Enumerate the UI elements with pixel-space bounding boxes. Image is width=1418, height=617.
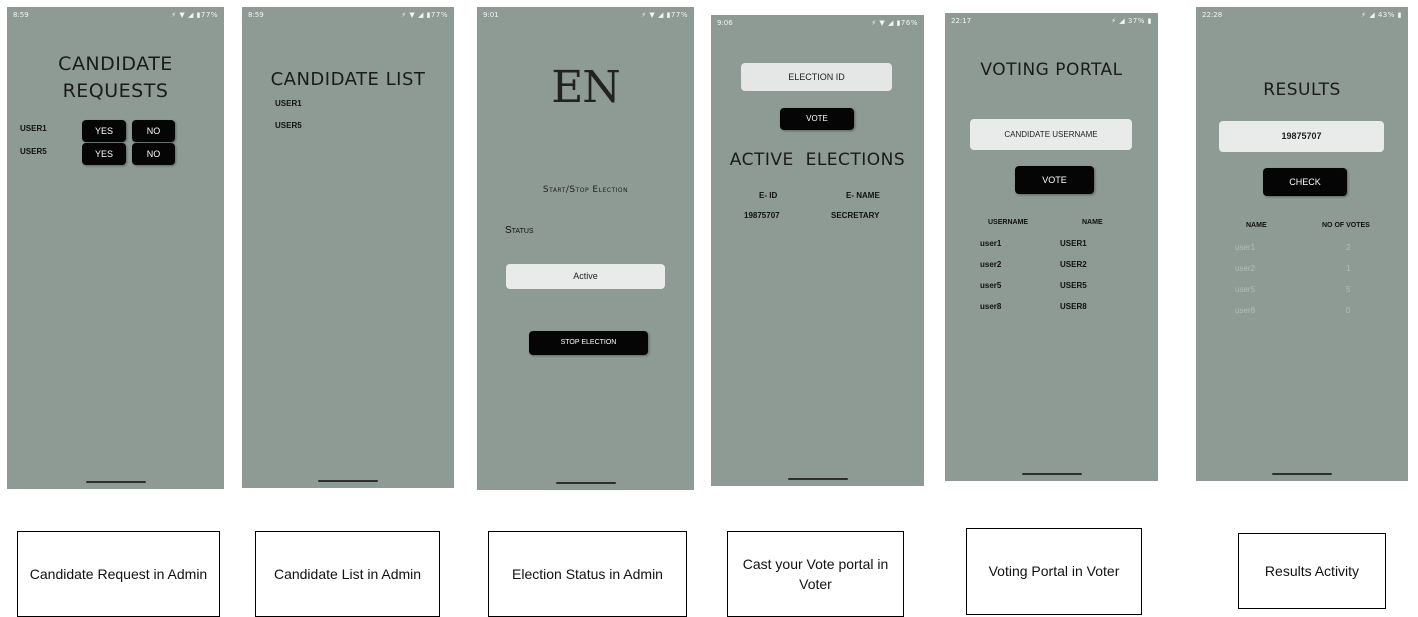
status-icons: ⚡ ◢ 37% ▮	[1111, 17, 1152, 25]
name-cell: USER2	[1060, 260, 1087, 269]
page-title: CANDIDATE LIST	[270, 69, 426, 90]
status-time: 9:06	[717, 19, 733, 27]
caption-text: Cast your Vote portal in Voter	[742, 555, 889, 592]
status-bar: 9:01 ⚡ ▼ ◢ ▮77%	[483, 11, 688, 23]
election-status-field[interactable]: Active	[506, 264, 665, 289]
home-indicator[interactable]	[787, 478, 848, 480]
home-indicator[interactable]	[555, 482, 616, 484]
caption-voting-portal: Voting Portal in Voter	[966, 528, 1142, 615]
result-votes-cell: 2	[1346, 243, 1351, 252]
caption-text: Election Status in Admin	[512, 565, 663, 582]
caption-election-status: Election Status in Admin	[488, 531, 687, 617]
name-cell: USER5	[1060, 281, 1087, 290]
status-label: Status	[505, 225, 534, 236]
result-votes-cell: 5	[1346, 285, 1351, 294]
candidate-requests-screen: 8:59 ⚡ ▼ ◢ ▮77% CANDIDATE REQUESTS USER1…	[7, 7, 224, 489]
active-elections-title: ACTIVE ELECTIONS	[729, 150, 906, 170]
username-cell: user8	[980, 302, 1002, 311]
home-indicator[interactable]	[1021, 473, 1082, 475]
stop-election-button[interactable]: STOP ELECTION	[529, 331, 648, 355]
caption-results: Results Activity	[1238, 533, 1386, 609]
name-column-header: NAME	[1246, 222, 1267, 229]
status-bar: 8:59 ⚡ ▼ ◢ ▮77%	[248, 11, 448, 23]
status-bar: 8:59 ⚡ ▼ ◢ ▮77%	[13, 11, 218, 23]
vote-button[interactable]: VOTE	[1015, 166, 1094, 194]
candidate-list-item: USER5	[275, 121, 302, 130]
election-control-heading: Start/Stop Election	[542, 185, 629, 195]
eid-column-header: E- ID	[759, 191, 778, 200]
yes-button[interactable]: YES	[82, 143, 126, 165]
name-cell: USER1	[1060, 239, 1087, 248]
status-icons: ⚡ ▼ ◢ ▮76%	[871, 19, 918, 27]
status-time: 8:59	[13, 11, 29, 19]
results-screen: 22:28 ⚡ ◢ 43% ▮ RESULTS 19875707 CHECK N…	[1196, 7, 1408, 481]
status-icons: ⚡ ▼ ◢ ▮77%	[401, 11, 448, 19]
status-icons: ⚡ ◢ 43% ▮	[1361, 11, 1402, 19]
yes-button[interactable]: YES	[82, 120, 126, 142]
result-votes-cell: 0	[1346, 306, 1351, 315]
name-column-header: NAME	[1082, 219, 1103, 226]
voting-portal-screen: 22:17 ⚡ ◢ 37% ▮ VOTING PORTAL CANDIDATE …	[945, 13, 1158, 481]
votes-column-header: NO OF VOTES	[1322, 222, 1370, 229]
result-name-cell: user2	[1235, 264, 1256, 273]
status-time: 8:59	[248, 11, 264, 19]
election-status-screen: 9:01 ⚡ ▼ ◢ ▮77% EN Start/Stop Election S…	[477, 7, 694, 490]
result-votes-cell: 1	[1346, 264, 1351, 273]
page-title: RESULTS	[1263, 80, 1341, 100]
home-indicator[interactable]	[1272, 473, 1332, 475]
caption-cast-vote: Cast your Vote portal in Voter	[727, 531, 904, 617]
election-name-cell: SECRETARY	[831, 211, 880, 220]
cast-vote-screen: 9:06 ⚡ ▼ ◢ ▮76% ELECTION ID VOTE ACTIVE …	[711, 15, 924, 486]
page-title-line2: REQUESTS	[62, 80, 169, 102]
page-title-line1: CANDIDATE	[58, 53, 173, 75]
status-icons: ⚡ ▼ ◢ ▮77%	[641, 11, 688, 19]
candidate-username-input[interactable]: CANDIDATE USERNAME	[970, 119, 1132, 150]
election-id-field[interactable]: 19875707	[1219, 121, 1384, 152]
election-id-cell: 19875707	[744, 211, 780, 220]
check-button[interactable]: CHECK	[1263, 168, 1347, 196]
status-bar: 22:17 ⚡ ◢ 37% ▮	[951, 17, 1152, 29]
username-column-header: USERNAME	[988, 219, 1029, 226]
status-bar: 9:06 ⚡ ▼ ◢ ▮76%	[717, 19, 918, 31]
username-cell: user5	[980, 281, 1002, 290]
no-button[interactable]: NO	[132, 120, 175, 142]
name-cell: USER8	[1060, 302, 1087, 311]
ename-column-header: E- NAME	[846, 191, 880, 200]
username-cell: user1	[980, 239, 1002, 248]
page-title: VOTING PORTAL	[980, 60, 1123, 80]
username-cell: user2	[980, 260, 1002, 269]
caption-candidate-list: Candidate List in Admin	[255, 531, 440, 617]
candidate-list-screen: 8:59 ⚡ ▼ ◢ ▮77% CANDIDATE LIST USER1 USE…	[242, 7, 454, 488]
request-user-label: USER1	[20, 124, 47, 133]
candidate-list-item: USER1	[275, 99, 302, 108]
caption-text: Results Activity	[1264, 562, 1360, 579]
home-indicator[interactable]	[318, 480, 378, 482]
status-time: 22:17	[951, 17, 972, 25]
app-logo: EN	[551, 62, 621, 113]
status-time: 22:28	[1202, 11, 1223, 19]
result-name-cell: user1	[1235, 243, 1256, 252]
status-time: 9:01	[483, 11, 499, 19]
caption-text: Candidate List in Admin	[273, 565, 422, 582]
election-id-input[interactable]: ELECTION ID	[741, 63, 892, 91]
caption-text: Voting Portal in Voter	[988, 563, 1120, 580]
status-bar: 22:28 ⚡ ◢ 43% ▮	[1202, 11, 1402, 23]
result-name-cell: user5	[1235, 285, 1256, 294]
home-indicator[interactable]	[85, 481, 146, 483]
caption-text: Candidate Request in Admin	[29, 565, 208, 582]
status-icons: ⚡ ▼ ◢ ▮77%	[171, 11, 218, 19]
request-user-label: USER5	[20, 147, 47, 156]
vote-button[interactable]: VOTE	[780, 108, 854, 130]
caption-candidate-request: Candidate Request in Admin	[17, 531, 220, 617]
no-button[interactable]: NO	[132, 143, 175, 165]
result-name-cell: user8	[1235, 306, 1256, 315]
